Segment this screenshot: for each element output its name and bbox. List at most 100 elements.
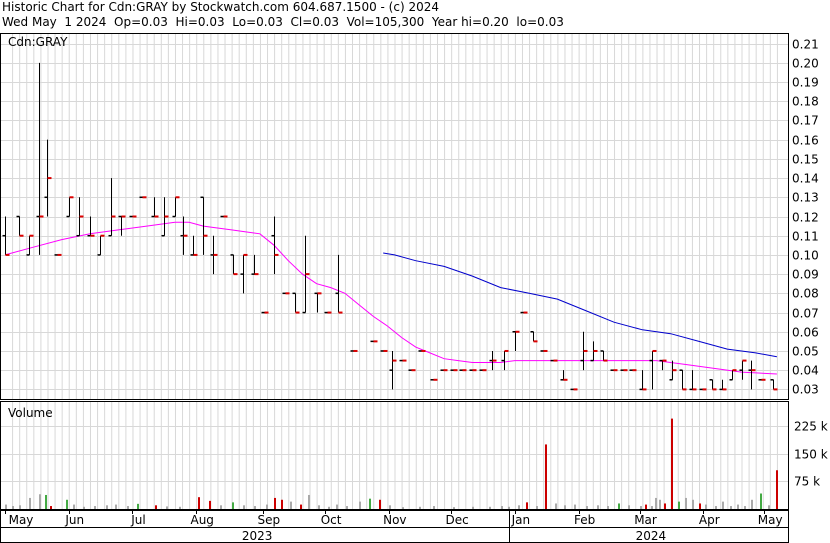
volume-bar	[433, 506, 435, 509]
month-label: Feb	[574, 513, 595, 527]
year-label: 2024	[636, 529, 667, 543]
volume-bar	[274, 497, 276, 509]
volume-bar	[137, 503, 139, 509]
volume-bar	[45, 494, 47, 509]
month-label: Mar	[634, 513, 657, 527]
volume-bar	[597, 505, 599, 509]
price-bar	[600, 350, 608, 362]
price-y-tick-label: 0.03	[792, 383, 819, 397]
price-y-tick-label: 0.21	[792, 38, 819, 52]
volume-bar	[737, 504, 739, 509]
volume-bar	[564, 505, 566, 509]
price-bar	[66, 196, 74, 218]
volume-bar	[730, 506, 732, 509]
price-y-tick-label: 0.09	[792, 268, 819, 282]
price-bar	[314, 292, 322, 313]
volume-bar	[281, 499, 283, 509]
volume-bar	[300, 504, 302, 509]
volume-bar	[243, 505, 245, 509]
volume-bar	[106, 505, 108, 509]
volume-bar	[664, 503, 666, 509]
stock-chart: Historic Chart for Cdn:GRAY by Stockwatc…	[0, 0, 830, 543]
volume-y-tick-label: 75 k	[794, 475, 820, 489]
volume-bar	[290, 501, 292, 509]
month-label: Jul	[130, 513, 145, 527]
price-bar	[560, 370, 568, 381]
volume-bar	[83, 506, 85, 509]
price-bar	[770, 379, 778, 391]
price-bar	[108, 178, 116, 237]
volume-bar	[536, 506, 538, 509]
month-label: May	[9, 513, 34, 527]
volume-bar	[618, 503, 620, 509]
volume-bar	[346, 506, 348, 509]
price-bar	[172, 196, 180, 218]
volume-bar	[659, 499, 661, 509]
price-panel-label: Cdn:GRAY	[8, 35, 68, 49]
volume-bar	[419, 506, 421, 509]
price-y-tick-label: 0.08	[792, 287, 819, 301]
volume-bar	[389, 505, 391, 509]
volume-bar	[73, 504, 75, 509]
volume-bar	[318, 505, 320, 509]
price-y-tick-label: 0.12	[792, 211, 819, 225]
volume-bar	[678, 501, 680, 509]
volume-bar	[5, 504, 7, 509]
volume-bar	[607, 506, 609, 509]
volume-bar	[651, 506, 653, 509]
volume-bar	[369, 498, 371, 509]
price-bar	[151, 197, 159, 218]
month-axis: May Jun Jul Aug Sep Oct Nov Dec Jan Feb Mar Apr May	[5, 510, 783, 527]
volume-bar	[115, 504, 117, 509]
volume-bar	[308, 494, 310, 509]
volume-bar	[39, 494, 41, 509]
volume-bar	[402, 507, 404, 509]
volume-bar	[699, 503, 701, 509]
volume-grid	[1, 402, 788, 509]
price-bar	[335, 254, 343, 314]
month-label: Aug	[190, 513, 213, 527]
price-bar	[16, 215, 24, 237]
price-bar	[161, 197, 169, 237]
price-y-tick-label: 0.10	[792, 249, 819, 263]
volume-bar	[489, 506, 491, 509]
volume-bar	[586, 506, 588, 509]
price-bar	[2, 216, 10, 256]
price-y-tick-label: 0.04	[792, 364, 819, 378]
price-bar	[97, 234, 105, 256]
volume-bar	[12, 506, 14, 509]
price-bar	[489, 350, 497, 371]
volume-bar	[760, 493, 762, 509]
price-y-tick-label: 0.16	[792, 134, 819, 148]
price-y-tick-label: 0.14	[792, 172, 819, 186]
price-y-tick-label: 0.15	[792, 153, 819, 167]
price-y-tick-label: 0.06	[792, 326, 819, 340]
volume-bar	[526, 502, 528, 509]
volume-bar	[692, 499, 694, 509]
month-label: Jan	[511, 513, 531, 527]
volume-bar	[266, 504, 268, 509]
volume-bar	[722, 501, 724, 509]
price-bar	[271, 216, 279, 275]
price-y-tick-label: 0.19	[792, 76, 819, 90]
price-bar	[26, 234, 34, 256]
price-y-tick-label: 0.07	[792, 307, 819, 321]
month-label: May	[758, 513, 783, 527]
price-bar	[590, 341, 598, 362]
volume-bar	[655, 497, 657, 509]
price-y-tick-label: 0.13	[792, 191, 819, 205]
volume-bar	[768, 505, 770, 509]
volume-bar	[232, 502, 234, 509]
volume-bar	[328, 506, 330, 509]
volume-bar	[545, 444, 547, 509]
volume-bar	[254, 506, 256, 509]
volume-bar	[705, 504, 707, 509]
volume-bar	[671, 418, 673, 509]
price-y-tick-label: 0.18	[792, 95, 819, 109]
volume-bar	[198, 497, 200, 509]
month-label: Sep	[257, 513, 280, 527]
price-bar	[118, 215, 126, 236]
price-bar	[709, 379, 717, 391]
price-y-tick-label: 0.05	[792, 345, 819, 359]
price-bar	[639, 370, 647, 391]
